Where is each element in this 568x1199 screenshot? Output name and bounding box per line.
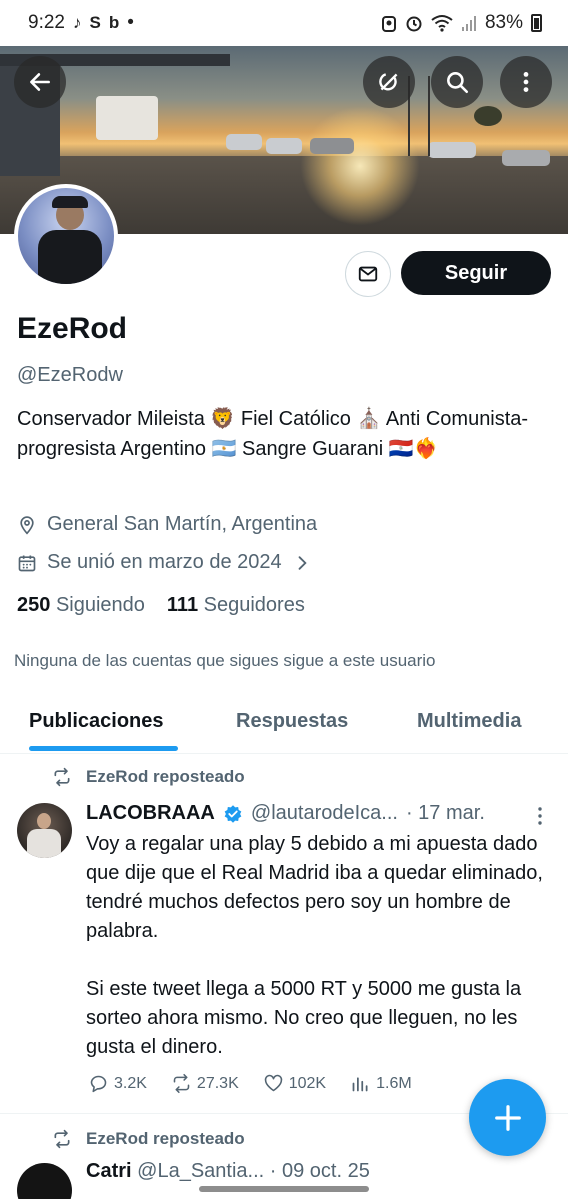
plus-icon xyxy=(494,1104,521,1131)
tweet-text[interactable]: Voy a regalar una play 5 debido a mi apu… xyxy=(86,830,546,1062)
avatar-body xyxy=(38,230,102,284)
following-label: Siguiendo xyxy=(55,594,145,616)
alarm-icon xyxy=(406,16,422,32)
avatar-cap xyxy=(52,196,88,208)
arrow-left-icon xyxy=(30,73,50,91)
like-count: 102K xyxy=(288,1074,327,1092)
tiktok-icon: ♪ xyxy=(72,13,82,32)
repost-icon xyxy=(54,767,70,787)
banner-tree xyxy=(474,106,502,126)
repost-context[interactable]: EzeRod reposteado xyxy=(52,767,245,787)
signal-icon xyxy=(461,16,476,31)
battery-percent: 83% xyxy=(484,12,523,33)
banner-bus xyxy=(96,96,158,140)
repost-icon xyxy=(54,1129,70,1149)
calendar-icon xyxy=(18,555,36,571)
tweet-actions: 3.2K 27.3K 102K 1.6M xyxy=(88,1073,436,1094)
tweet-date[interactable]: · 17 mar. xyxy=(406,802,485,825)
b-icon: b xyxy=(108,13,120,32)
profile-handle: @EzeRodw xyxy=(17,364,123,386)
repost-button[interactable]: 27.3K xyxy=(171,1073,239,1094)
message-button[interactable] xyxy=(345,251,391,297)
tab-publicaciones[interactable]: Publicaciones xyxy=(29,710,164,733)
search-button[interactable] xyxy=(431,56,483,108)
avatar-shirt xyxy=(27,829,61,858)
mail-icon xyxy=(358,266,378,282)
tweet-author-handle[interactable]: @La_Santia... xyxy=(137,1160,264,1182)
followers-label: Seguidores xyxy=(203,594,305,616)
repost-icon xyxy=(173,1073,190,1094)
active-tab-indicator xyxy=(29,746,178,751)
tweet-author-handle[interactable]: @lautarodeIca... xyxy=(251,802,398,825)
wifi-icon xyxy=(431,15,453,32)
banner-car xyxy=(502,150,550,166)
banner-car xyxy=(310,138,354,154)
tweet-author-name[interactable]: Catri xyxy=(86,1160,132,1182)
repost-label: EzeRod reposteado xyxy=(86,1129,245,1148)
tweet-author-avatar[interactable] xyxy=(17,803,72,858)
repost-label: EzeRod reposteado xyxy=(86,767,245,786)
profile-icon xyxy=(381,16,396,32)
views-button[interactable]: 1.6M xyxy=(350,1073,412,1094)
tweet-header: LACOBRAAA @lautarodeIca... · 17 mar. xyxy=(86,802,536,825)
banner-car xyxy=(226,134,262,150)
battery-icon xyxy=(531,14,542,32)
follow-button[interactable]: Seguir xyxy=(401,251,551,295)
banner-car xyxy=(428,142,476,158)
more-button[interactable] xyxy=(500,56,552,108)
profile-avatar[interactable] xyxy=(14,184,118,288)
gesture-bar[interactable] xyxy=(199,1186,369,1192)
reply-count: 3.2K xyxy=(114,1074,147,1092)
reply-icon xyxy=(90,1075,107,1093)
location-pin-icon xyxy=(20,515,34,535)
like-button[interactable]: 102K xyxy=(263,1073,326,1094)
follow-counts: 250 Siguiendo 111 Seguidores xyxy=(17,594,305,617)
views-chart-icon xyxy=(352,1077,368,1092)
repost-count: 27.3K xyxy=(196,1074,239,1092)
heart-icon xyxy=(264,1074,282,1092)
mutuals-note: Ninguna de las cuentas que sigues sigue … xyxy=(14,651,436,670)
tweet-date[interactable]: · 09 oct. 25 xyxy=(270,1160,370,1182)
profile-name: EzeRod xyxy=(17,312,128,345)
verified-badge-icon xyxy=(224,804,242,823)
grok-icon xyxy=(379,73,398,91)
chevron-right-icon xyxy=(298,555,307,570)
status-time: 9:22 xyxy=(28,12,65,33)
status-dot: • xyxy=(127,12,134,33)
joined-text: Se unió en marzo de 2024 xyxy=(47,551,282,573)
following-link[interactable]: 250 Siguiendo xyxy=(17,594,145,617)
tweet-author-avatar[interactable] xyxy=(17,1163,72,1199)
location-row: General San Martín, Argentina xyxy=(17,513,317,536)
back-button[interactable] xyxy=(14,56,66,108)
profile-bio: Conservador Mileista 🦁 Fiel Católico ⛪ A… xyxy=(17,408,529,460)
tweet-author-name[interactable]: LACOBRAAA xyxy=(86,802,215,825)
s-icon: S xyxy=(89,13,101,32)
banner-sun xyxy=(300,106,420,226)
joined-row[interactable]: Se unió en marzo de 2024 xyxy=(17,551,312,574)
more-vertical-icon xyxy=(523,72,529,92)
tab-multimedia[interactable]: Multimedia xyxy=(417,710,521,733)
grok-button[interactable] xyxy=(363,56,415,108)
avatar-face xyxy=(37,813,51,829)
compose-button[interactable] xyxy=(469,1079,546,1156)
tweet-more-icon[interactable] xyxy=(532,806,548,826)
followers-count: 111 xyxy=(166,594,199,616)
search-icon xyxy=(447,72,469,94)
tweet-header: Catri @La_Santia... · 09 oct. 25 xyxy=(86,1160,370,1183)
tab-respuestas[interactable]: Respuestas xyxy=(236,710,348,733)
following-count: 250 xyxy=(17,594,51,616)
repost-context[interactable]: EzeRod reposteado xyxy=(52,1129,245,1149)
banner-car xyxy=(266,138,302,154)
status-bar: 9:22 ♪ S b • 83% xyxy=(0,0,568,46)
reply-button[interactable]: 3.2K xyxy=(88,1073,147,1094)
views-count: 1.6M xyxy=(376,1074,412,1092)
followers-link[interactable]: 111 Seguidores xyxy=(167,594,305,617)
location-text: General San Martín, Argentina xyxy=(47,513,318,535)
